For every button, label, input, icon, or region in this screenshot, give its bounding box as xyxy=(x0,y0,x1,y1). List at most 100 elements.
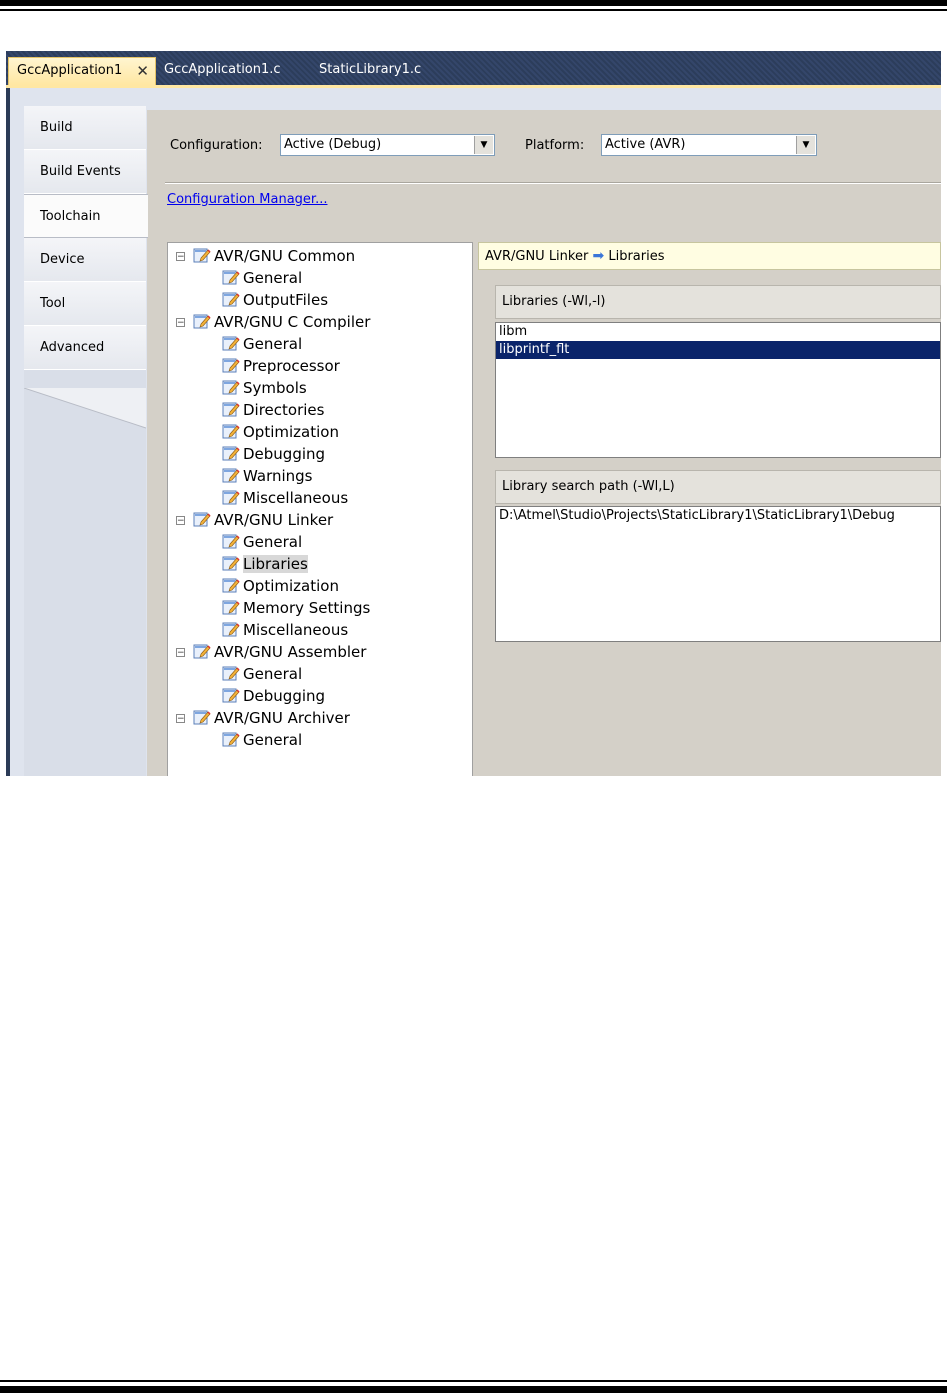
list-item[interactable]: D:\Atmel\Studio\Projects\StaticLibrary1\… xyxy=(496,507,940,525)
tree-item-label: Symbols xyxy=(243,379,307,397)
list-item[interactable]: libm xyxy=(496,323,940,341)
settings-icon xyxy=(222,599,243,617)
tree-group-label: AVR/GNU Linker xyxy=(214,511,334,529)
search-path-group-header: Library search path (-Wl,L) xyxy=(495,470,941,504)
chevron-down-icon[interactable]: ▼ xyxy=(796,136,815,154)
tree-item[interactable]: Warnings xyxy=(222,465,313,487)
list-item-label: D:\Atmel\Studio\Projects\StaticLibrary1\… xyxy=(499,508,895,523)
breadcrumb: AVR/GNU Linker ➡ Libraries xyxy=(478,242,941,270)
tree-item-label: General xyxy=(243,269,303,287)
settings-panel: AVR/GNU Linker ➡ Libraries Libraries (-W… xyxy=(478,242,941,776)
settings-icon xyxy=(222,423,243,441)
tree-group[interactable]: − AVR/GNU Linker xyxy=(176,509,333,531)
tree-group[interactable]: − AVR/GNU Assembler xyxy=(176,641,366,663)
nav-label: Build xyxy=(40,120,73,135)
tab-label: StaticLibrary1.c xyxy=(319,62,422,77)
breadcrumb-child: Libraries xyxy=(608,249,665,264)
search-path-header-label: Library search path (-Wl,L) xyxy=(502,479,675,494)
platform-label: Platform: xyxy=(525,138,585,153)
nav-item-device[interactable]: Device xyxy=(24,238,146,282)
tab-gccapplication1[interactable]: GccApplication1 ✕ xyxy=(8,57,156,85)
tree-item[interactable]: Miscellaneous xyxy=(222,619,348,641)
search-path-list[interactable]: D:\Atmel\Studio\Projects\StaticLibrary1\… xyxy=(495,506,941,642)
divider xyxy=(165,182,941,184)
tree-item-label: Debugging xyxy=(243,687,326,705)
settings-icon xyxy=(222,291,243,309)
collapse-icon[interactable]: − xyxy=(176,714,185,724)
nav-item-build-events[interactable]: Build Events xyxy=(24,150,146,194)
tree-item-label: Warnings xyxy=(243,467,313,485)
tab-gccapplication1-c[interactable]: GccApplication1.c xyxy=(156,57,289,85)
tree-item-label: Libraries xyxy=(243,555,308,573)
tree-item[interactable]: Optimization xyxy=(222,421,339,443)
settings-icon xyxy=(222,687,243,705)
tree-item[interactable]: Preprocessor xyxy=(222,355,340,377)
breadcrumb-parent: AVR/GNU Linker xyxy=(485,249,589,264)
document-tab-strip: GccApplication1 ✕ GccApplication1.c Stat… xyxy=(6,51,941,88)
tree-item[interactable]: Miscellaneous xyxy=(222,487,348,509)
list-item-label: libprintf_flt xyxy=(499,342,570,357)
settings-icon xyxy=(222,269,243,287)
settings-icon xyxy=(222,555,243,573)
toolchain-tree[interactable]: − AVR/GNU Common General OutputFiles − AVR/GN… xyxy=(167,242,473,776)
project-properties-window: GccApplication1 ✕ GccApplication1.c Stat… xyxy=(6,51,941,776)
settings-icon xyxy=(222,533,243,551)
platform-select[interactable]: Active (AVR) ▼ xyxy=(601,134,817,156)
nav-label: Toolchain xyxy=(40,209,101,224)
collapse-icon[interactable]: − xyxy=(176,318,185,328)
tree-item[interactable]: Directories xyxy=(222,399,324,421)
page-rule-bottom-thin xyxy=(0,1380,947,1382)
configuration-value: Active (Debug) xyxy=(284,137,382,152)
tree-item[interactable]: OutputFiles xyxy=(222,289,328,311)
settings-icon xyxy=(222,401,243,419)
libraries-group-header: Libraries (-Wl,-l) xyxy=(495,285,941,319)
tree-item[interactable]: Symbols xyxy=(222,377,307,399)
settings-icon xyxy=(222,379,243,397)
platform-value: Active (AVR) xyxy=(605,137,686,152)
tree-item-label: Memory Settings xyxy=(243,599,371,617)
tree-item[interactable]: Memory Settings xyxy=(222,597,370,619)
tab-staticlibrary1-c[interactable]: StaticLibrary1.c xyxy=(311,57,429,85)
tree-item[interactable]: General xyxy=(222,729,302,751)
tree-group[interactable]: − AVR/GNU C Compiler xyxy=(176,311,370,333)
nav-item-advanced[interactable]: Advanced xyxy=(24,326,146,370)
nav-item-build[interactable]: Build xyxy=(24,106,146,150)
list-item-selected[interactable]: libprintf_flt xyxy=(496,341,940,359)
tree-item-label: Optimization xyxy=(243,423,339,441)
tree-group[interactable]: − AVR/GNU Common xyxy=(176,245,355,267)
tree-group-label: AVR/GNU Assembler xyxy=(214,643,367,661)
nav-item-tool[interactable]: Tool xyxy=(24,282,146,326)
collapse-icon[interactable]: − xyxy=(176,516,185,526)
settings-icon xyxy=(222,357,243,375)
collapse-icon[interactable]: − xyxy=(176,252,185,262)
tree-item-label: General xyxy=(243,335,303,353)
tree-item-label: Miscellaneous xyxy=(243,621,349,639)
tree-item[interactable]: Libraries xyxy=(222,553,308,575)
collapse-icon[interactable]: − xyxy=(176,648,185,658)
configuration-select[interactable]: Active (Debug) ▼ xyxy=(280,134,495,156)
nav-item-toolchain[interactable]: Toolchain xyxy=(24,194,148,238)
tree-group[interactable]: − AVR/GNU Archiver xyxy=(176,707,350,729)
libraries-list[interactable]: libm libprintf_flt xyxy=(495,322,941,458)
tree-item[interactable]: Debugging xyxy=(222,443,325,465)
tree-item-label: Debugging xyxy=(243,445,326,463)
tree-item[interactable]: Optimization xyxy=(222,575,339,597)
settings-icon xyxy=(222,665,243,683)
tree-item[interactable]: General xyxy=(222,663,302,685)
tree-group-label: AVR/GNU C Compiler xyxy=(214,313,371,331)
tree-item[interactable]: General xyxy=(222,333,302,355)
settings-icon xyxy=(193,709,214,727)
tree-item[interactable]: General xyxy=(222,267,302,289)
settings-icon xyxy=(222,335,243,353)
tree-item[interactable]: Debugging xyxy=(222,685,325,707)
nav-label: Build Events xyxy=(40,164,121,179)
settings-icon xyxy=(222,621,243,639)
configuration-manager-link[interactable]: Configuration Manager... xyxy=(167,192,327,207)
nav-tail-decoration xyxy=(24,388,146,429)
settings-icon xyxy=(193,643,214,661)
tree-item[interactable]: General xyxy=(222,531,302,553)
tree-item-label: Miscellaneous xyxy=(243,489,349,507)
chevron-down-icon[interactable]: ▼ xyxy=(474,136,493,154)
tree-group-label: AVR/GNU Archiver xyxy=(214,709,350,727)
close-icon[interactable]: ✕ xyxy=(136,58,149,84)
